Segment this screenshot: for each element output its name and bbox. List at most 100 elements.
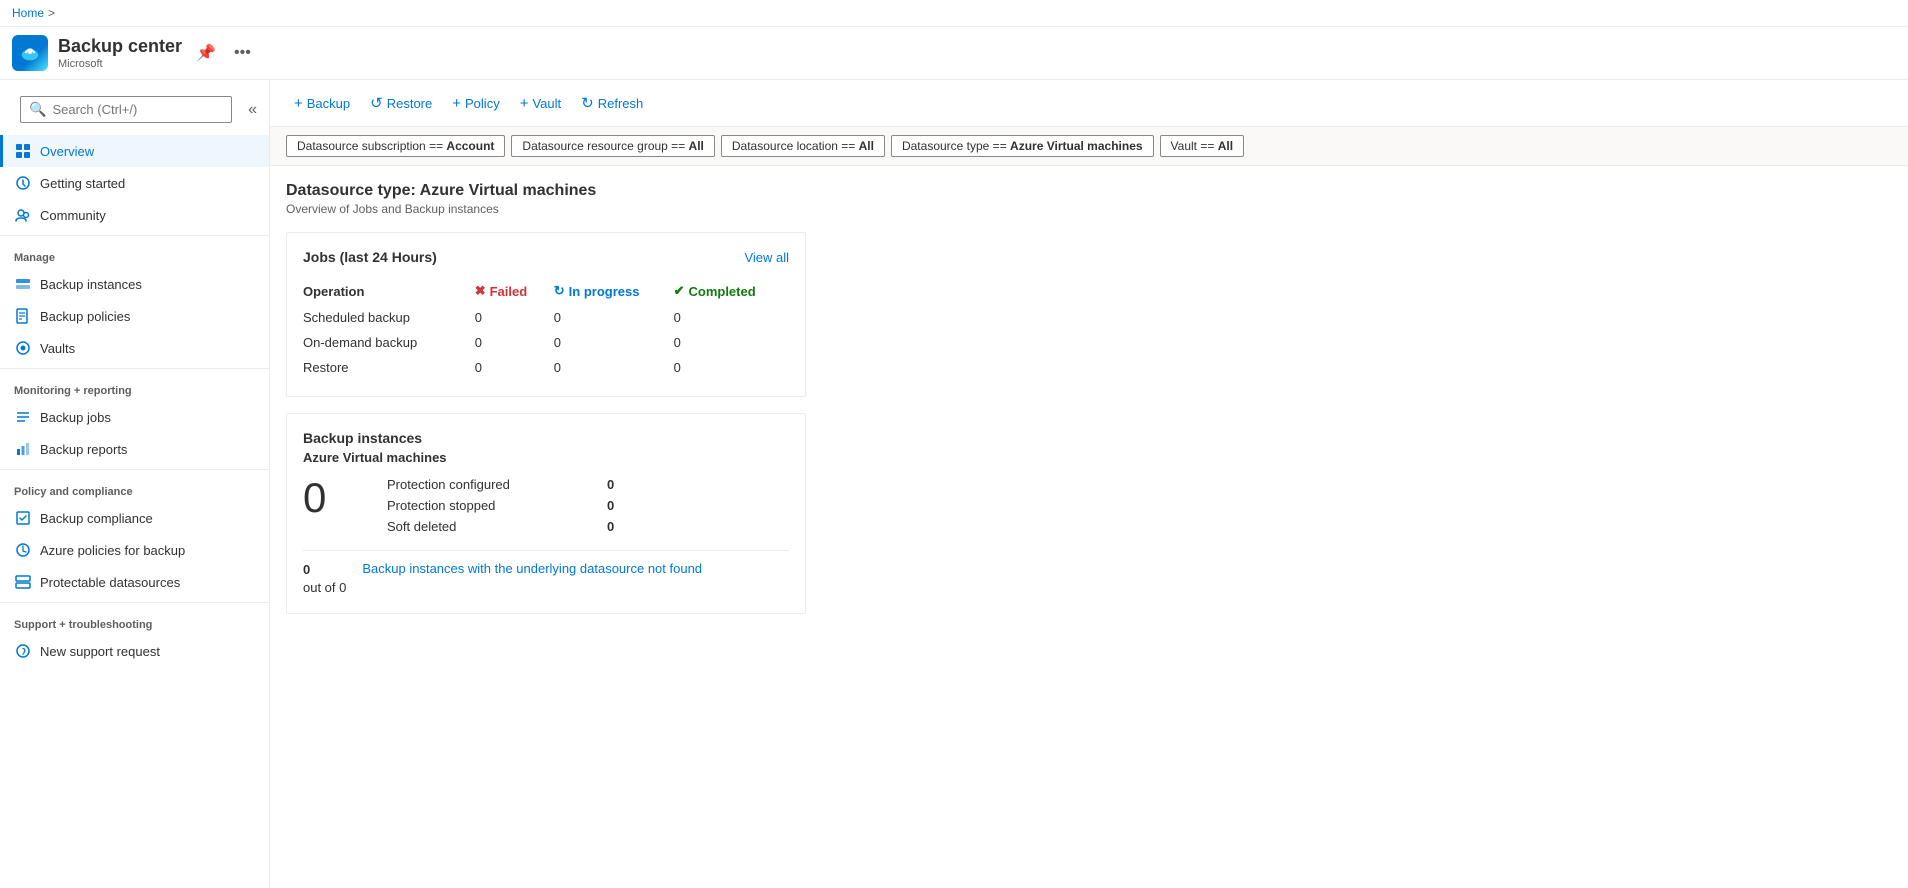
col-completed: ✔ Completed — [674, 277, 789, 305]
sidebar-item-support-request[interactable]: New support request — [0, 635, 269, 667]
row-1-operation: On-demand backup — [303, 330, 475, 355]
row-2-failed: 0 — [475, 355, 554, 380]
sidebar-item-backup-instances[interactable]: Backup instances — [0, 268, 269, 300]
restore-icon: ↺ — [370, 94, 383, 112]
sidebar-item-getting-started[interactable]: Getting started — [0, 167, 269, 199]
sidebar-item-azure-policies[interactable]: Azure policies for backup — [0, 534, 269, 566]
toolbar: + Backup ↺ Restore + Policy + Vault ↻ Re… — [270, 80, 1908, 127]
app-icon — [12, 35, 48, 71]
sidebar-item-label-community: Community — [40, 208, 106, 223]
sidebar-item-overview[interactable]: Overview — [0, 135, 269, 167]
community-icon — [14, 206, 32, 224]
backup-plus-icon: + — [294, 95, 303, 112]
table-row: On-demand backup 0 0 0 — [303, 330, 789, 355]
view-all-link[interactable]: View all — [744, 250, 789, 265]
sidebar-item-backup-jobs[interactable]: Backup jobs — [0, 401, 269, 433]
more-options-button[interactable]: ••• — [230, 42, 255, 64]
vaults-icon — [14, 339, 32, 357]
refresh-icon: ↻ — [581, 94, 594, 112]
policies-icon — [14, 307, 32, 325]
inprogress-icon: ↻ — [554, 283, 565, 299]
vault-plus-icon: + — [520, 95, 529, 112]
refresh-button[interactable]: ↻ Refresh — [573, 90, 651, 116]
app-subtitle: Microsoft — [58, 58, 182, 70]
sidebar-item-label-protectable-datasources: Protectable datasources — [40, 575, 180, 590]
protection-configured-label: Protection configured — [387, 477, 587, 492]
stat-row: Soft deleted 0 — [387, 519, 614, 534]
backup-instances-big-count: 0 — [303, 477, 363, 519]
pin-icon-button[interactable]: 📌 — [192, 41, 220, 65]
page-subtitle: Overview of Jobs and Backup instances — [286, 202, 1892, 216]
sidebar-item-label-backup-policies: Backup policies — [40, 309, 130, 324]
footer-out-of: out of 0 — [303, 579, 346, 597]
breadcrumb-separator: > — [48, 6, 55, 20]
sidebar-item-label-getting-started: Getting started — [40, 176, 125, 191]
search-input[interactable] — [52, 102, 223, 117]
filter-datasource-resource-group[interactable]: Datasource resource group == All — [511, 135, 714, 157]
restore-button[interactable]: ↺ Restore — [362, 90, 440, 116]
sidebar-item-label-support-request: New support request — [40, 644, 160, 659]
section-policy-compliance: Policy and compliance — [0, 474, 269, 502]
datasource-icon — [14, 573, 32, 591]
sidebar-item-protectable-datasources[interactable]: Protectable datasources — [0, 566, 269, 598]
sidebar-item-label-azure-policies: Azure policies for backup — [40, 543, 185, 558]
jobs-icon — [14, 408, 32, 426]
filter-vault[interactable]: Vault == All — [1160, 135, 1245, 157]
stat-row: Protection stopped 0 — [387, 498, 614, 513]
main-content: + Backup ↺ Restore + Policy + Vault ↻ Re… — [270, 80, 1908, 888]
vault-button[interactable]: + Vault — [512, 91, 569, 116]
filter-datasource-location[interactable]: Datasource location == All — [721, 135, 885, 157]
filter-bar: Datasource subscription == Account Datas… — [270, 127, 1908, 166]
failed-icon: ✖ — [475, 283, 486, 299]
row-1-completed: 0 — [674, 330, 789, 355]
sidebar-item-backup-reports[interactable]: Backup reports — [0, 433, 269, 465]
col-operation: Operation — [303, 277, 475, 305]
home-link[interactable]: Home — [12, 6, 44, 20]
sidebar-item-label-backup-reports: Backup reports — [40, 442, 127, 457]
row-0-inprogress: 0 — [554, 305, 674, 330]
backup-stats: Protection configured 0 Protection stopp… — [387, 477, 614, 534]
soft-deleted-value: 0 — [607, 519, 614, 534]
azure-policy-icon — [14, 541, 32, 559]
sidebar-item-backup-compliance[interactable]: Backup compliance — [0, 502, 269, 534]
sidebar-item-community[interactable]: Community — [0, 199, 269, 231]
row-2-operation: Restore — [303, 355, 475, 380]
overview-icon — [14, 142, 32, 160]
sidebar-item-label-backup-instances: Backup instances — [40, 277, 142, 292]
getting-started-icon — [14, 174, 32, 192]
instances-icon — [14, 275, 32, 293]
sidebar-item-label-backup-compliance: Backup compliance — [40, 511, 153, 526]
completed-icon: ✔ — [674, 283, 685, 299]
jobs-table: Operation ✖ Failed ↻ In progress — [303, 277, 789, 380]
policy-plus-icon: + — [452, 95, 461, 112]
row-2-completed: 0 — [674, 355, 789, 380]
support-icon — [14, 642, 32, 660]
row-0-completed: 0 — [674, 305, 789, 330]
filter-datasource-type[interactable]: Datasource type == Azure Virtual machine… — [891, 135, 1154, 157]
protection-stopped-label: Protection stopped — [387, 498, 587, 513]
backup-button[interactable]: + Backup — [286, 91, 358, 116]
row-0-failed: 0 — [475, 305, 554, 330]
row-2-inprogress: 0 — [554, 355, 674, 380]
reports-icon — [14, 440, 32, 458]
policy-button[interactable]: + Policy — [444, 91, 507, 116]
sidebar-item-label-backup-jobs: Backup jobs — [40, 410, 111, 425]
footer-label[interactable]: Backup instances with the underlying dat… — [362, 561, 789, 576]
jobs-card-title: Jobs (last 24 Hours) — [303, 249, 437, 265]
section-monitoring: Monitoring + reporting — [0, 373, 269, 401]
backup-instances-card: Backup instances Azure Virtual machines … — [286, 413, 806, 614]
row-0-operation: Scheduled backup — [303, 305, 475, 330]
col-failed: ✖ Failed — [475, 277, 554, 305]
sidebar-item-label-overview: Overview — [40, 144, 94, 159]
backup-instances-title: Backup instances — [303, 430, 789, 446]
compliance-icon — [14, 509, 32, 527]
sidebar-item-label-vaults: Vaults — [40, 341, 75, 356]
filter-datasource-subscription[interactable]: Datasource subscription == Account — [286, 135, 505, 157]
search-icon: 🔍 — [29, 101, 46, 118]
sidebar-item-vaults[interactable]: Vaults — [0, 332, 269, 364]
sidebar-item-backup-policies[interactable]: Backup policies — [0, 300, 269, 332]
col-inprogress: ↻ In progress — [554, 277, 674, 305]
table-row: Restore 0 0 0 — [303, 355, 789, 380]
protection-stopped-value: 0 — [607, 498, 614, 513]
collapse-sidebar-button[interactable]: « — [246, 99, 259, 121]
